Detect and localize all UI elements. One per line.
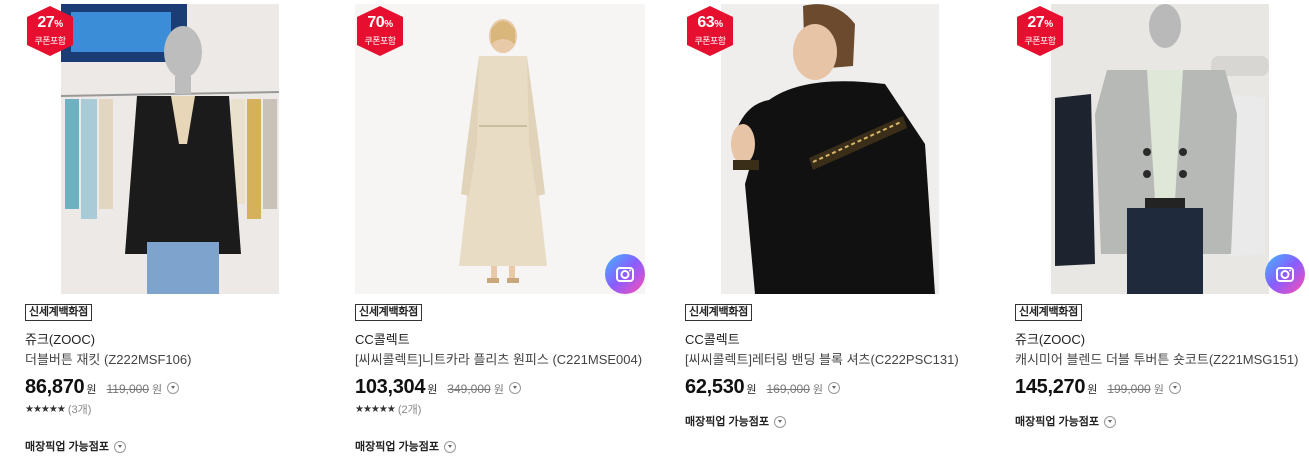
price-row: 62,530 원 169,000 원 [685,376,975,399]
product-card[interactable]: 70% 쿠폰포함 신세계백화점 CC콜렉트 [씨씨콜렉트]니트카라 플리츠 원피… [355,4,645,454]
original-price: 119,000 [106,382,150,396]
product-photo [685,4,975,294]
pickup-store-toggle[interactable]: 매장픽업 가능점포 [1015,413,1305,429]
currency-label: 원 [1087,384,1098,396]
camera-icon[interactable] [605,254,645,294]
brand-name[interactable]: CC콜렉트 [355,332,645,348]
pickup-store-toggle[interactable]: 매장픽업 가능점포 [25,438,315,454]
chevron-down-icon [774,416,787,428]
sale-price: 62,530 [685,376,745,398]
product-card[interactable]: 27% 쿠폰포함 신세계백화점 쥬크(ZOOC) 더블버튼 재킷 (Z222MS… [25,4,315,454]
rating: ★★★★★ (3개) [25,403,315,417]
pickup-label: 매장픽업 가능점포 [25,441,110,453]
original-currency-label: 원 [1153,384,1164,396]
product-photo [1015,4,1305,294]
original-price: 199,000 [1107,382,1151,396]
pickup-label: 매장픽업 가능점포 [685,416,770,428]
product-name[interactable]: [씨씨콜렉트]니트카라 플리츠 원피스 (C221MSE004) [355,352,645,368]
store-tag: 신세계백화점 [25,304,92,321]
star-rating-icon: ★★★★★ [25,404,66,415]
sale-price: 86,870 [25,376,85,398]
original-currency-label: 원 [812,384,824,396]
chevron-down-icon [114,441,127,453]
currency-label: 원 [427,384,438,396]
pickup-label: 매장픽업 가능점포 [1015,416,1100,428]
price-info-icon[interactable] [508,382,521,394]
price-info-icon[interactable] [828,382,841,394]
brand-name[interactable]: 쥬크(ZOOC) [1015,332,1305,348]
brand-name[interactable]: CC콜렉트 [685,332,975,348]
pickup-label: 매장픽업 가능점포 [355,441,440,453]
store-tag: 신세계백화점 [685,304,752,321]
original-price: 169,000 [766,382,810,396]
original-currency-label: 원 [493,384,504,396]
price-info-icon[interactable] [1168,382,1181,394]
sale-price: 103,304 [355,376,426,398]
sale-price: 145,270 [1015,376,1086,398]
product-image[interactable]: 27% 쿠폰포함 [25,4,315,294]
product-name[interactable]: [씨씨콜렉트]레터링 밴딩 블록 셔츠(C222PSC131) [685,352,975,368]
original-price: 349,000 [447,382,491,396]
currency-label: 원 [746,384,757,396]
review-count: (2개) [397,404,422,416]
brand-name[interactable]: 쥬크(ZOOC) [25,332,315,348]
store-tag: 신세계백화점 [355,304,422,321]
star-rating-icon: ★★★★★ [355,404,396,415]
product-photo [355,4,645,294]
product-image[interactable]: 63% 쿠폰포함 [685,4,975,294]
rating: ★★★★★ (2개) [355,403,645,417]
pickup-store-toggle[interactable]: 매장픽업 가능점포 [685,413,975,429]
product-grid: 27% 쿠폰포함 신세계백화점 쥬크(ZOOC) 더블버튼 재킷 (Z222MS… [0,0,1309,461]
price-row: 145,270 원 199,000 원 [1015,376,1305,399]
price-info-icon[interactable] [167,382,180,394]
product-name[interactable]: 캐시미어 블렌드 더블 투버튼 숏코트(Z221MSG151) [1015,352,1305,368]
product-card[interactable]: 27% 쿠폰포함 신세계백화점 쥬크(ZOOC) 캐시미어 블렌드 더블 투버튼… [1015,4,1305,454]
product-card[interactable]: 63% 쿠폰포함 신세계백화점 CC콜렉트 [씨씨콜렉트]레터링 밴딩 블록 셔… [685,4,975,454]
pickup-store-toggle[interactable]: 매장픽업 가능점포 [355,438,645,454]
camera-icon[interactable] [1265,254,1305,294]
price-row: 86,870 원 119,000 원 [25,376,315,399]
product-image[interactable]: 27% 쿠폰포함 [1015,4,1305,294]
price-row: 103,304 원 349,000 원 [355,376,645,399]
review-count: (3개) [67,404,92,416]
store-tag: 신세계백화점 [1015,304,1082,321]
chevron-down-icon [1104,416,1117,428]
product-photo [25,4,315,294]
chevron-down-icon [444,441,457,453]
product-image[interactable]: 70% 쿠폰포함 [355,4,645,294]
product-name[interactable]: 더블버튼 재킷 (Z222MSF106) [25,352,315,368]
original-currency-label: 원 [152,384,163,396]
currency-label: 원 [86,384,97,396]
